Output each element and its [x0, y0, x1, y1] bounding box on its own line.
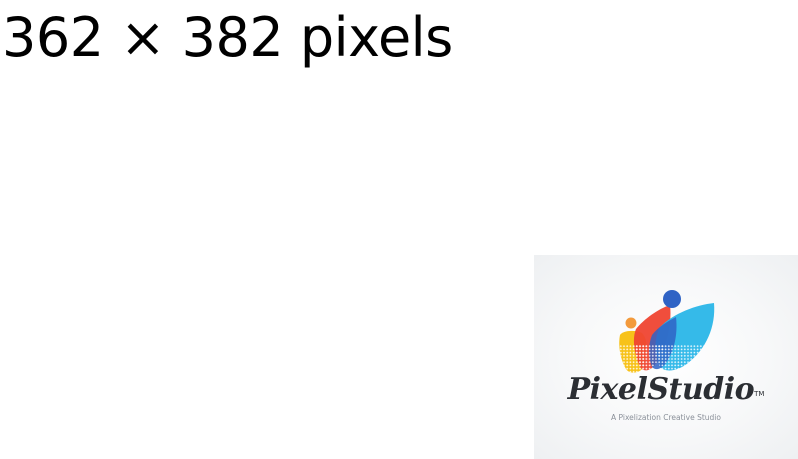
brand-name: PixelStudio: [567, 372, 755, 407]
brand-wordmark: PixelStudioTM: [534, 373, 798, 407]
orange-dot-shape: [625, 317, 637, 329]
image-dimensions-heading: 362 × 382 pixels: [2, 6, 453, 69]
blue-dot-shape: [663, 290, 681, 308]
trademark-symbol: TM: [754, 390, 765, 398]
logo-thumbnail: PixelStudioTM A Pixelization Creative St…: [534, 255, 798, 459]
brand-tagline: A Pixelization Creative Studio: [611, 413, 721, 422]
pixelstudio-logo-mark-icon: [619, 290, 715, 373]
